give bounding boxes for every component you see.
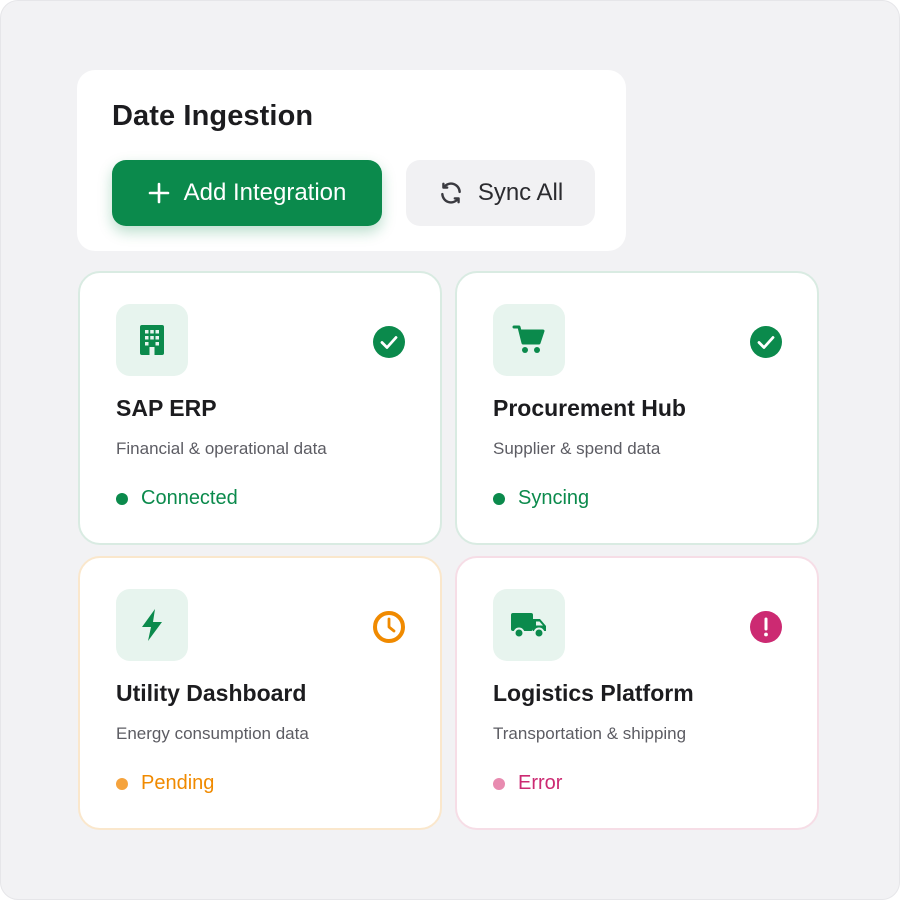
sync-all-label: Sync All xyxy=(477,179,564,206)
alert-circle-icon xyxy=(749,610,783,644)
truck-icon xyxy=(493,589,565,661)
page-title: Date Ingestion xyxy=(112,100,314,132)
lightning-icon xyxy=(116,589,188,661)
status-label: Connected xyxy=(141,487,238,509)
integration-description: Transportation & shipping xyxy=(493,724,687,743)
check-circle-icon xyxy=(372,325,406,359)
integration-name: SAP ERP xyxy=(116,395,217,421)
status-dot xyxy=(116,777,128,790)
header-card: Date Ingestion Add Integration Sync All xyxy=(77,70,626,251)
add-integration-label: Add Integration xyxy=(183,179,347,206)
integration-description: Supplier & spend data xyxy=(493,439,661,458)
clock-icon xyxy=(372,610,406,644)
check-circle-icon xyxy=(749,325,783,359)
status-label: Syncing xyxy=(518,487,590,509)
integration-name: Logistics Platform xyxy=(493,680,694,706)
status-dot xyxy=(493,777,505,790)
status-indicator: Connected xyxy=(116,487,238,510)
integration-card-logistics-platform[interactable]: Logistics Platform Transportation & ship… xyxy=(455,556,819,830)
refresh-icon xyxy=(438,180,464,206)
integration-name: Utility Dashboard xyxy=(116,680,307,706)
integration-description: Financial & operational data xyxy=(116,439,327,458)
app-frame: Date Ingestion Add Integration Sync All xyxy=(0,0,900,900)
status-label: Error xyxy=(518,772,563,794)
add-integration-button[interactable]: Add Integration xyxy=(112,160,382,226)
sync-all-button[interactable]: Sync All xyxy=(406,160,595,226)
status-indicator: Pending xyxy=(116,772,214,795)
integration-card-procurement-hub[interactable]: Procurement Hub Supplier & spend data Sy… xyxy=(455,271,819,545)
integration-card-sap-erp[interactable]: SAP ERP Financial & operational data Con… xyxy=(78,271,442,545)
integration-card-utility-dashboard[interactable]: Utility Dashboard Energy consumption dat… xyxy=(78,556,442,830)
status-indicator: Error xyxy=(493,772,562,795)
status-indicator: Syncing xyxy=(493,487,589,510)
plus-icon xyxy=(148,182,170,204)
integration-name: Procurement Hub xyxy=(493,395,686,421)
cart-icon xyxy=(493,304,565,376)
status-label: Pending xyxy=(141,772,215,794)
status-dot xyxy=(493,492,505,505)
building-icon xyxy=(116,304,188,376)
integration-description: Energy consumption data xyxy=(116,724,309,743)
status-dot xyxy=(116,492,128,505)
